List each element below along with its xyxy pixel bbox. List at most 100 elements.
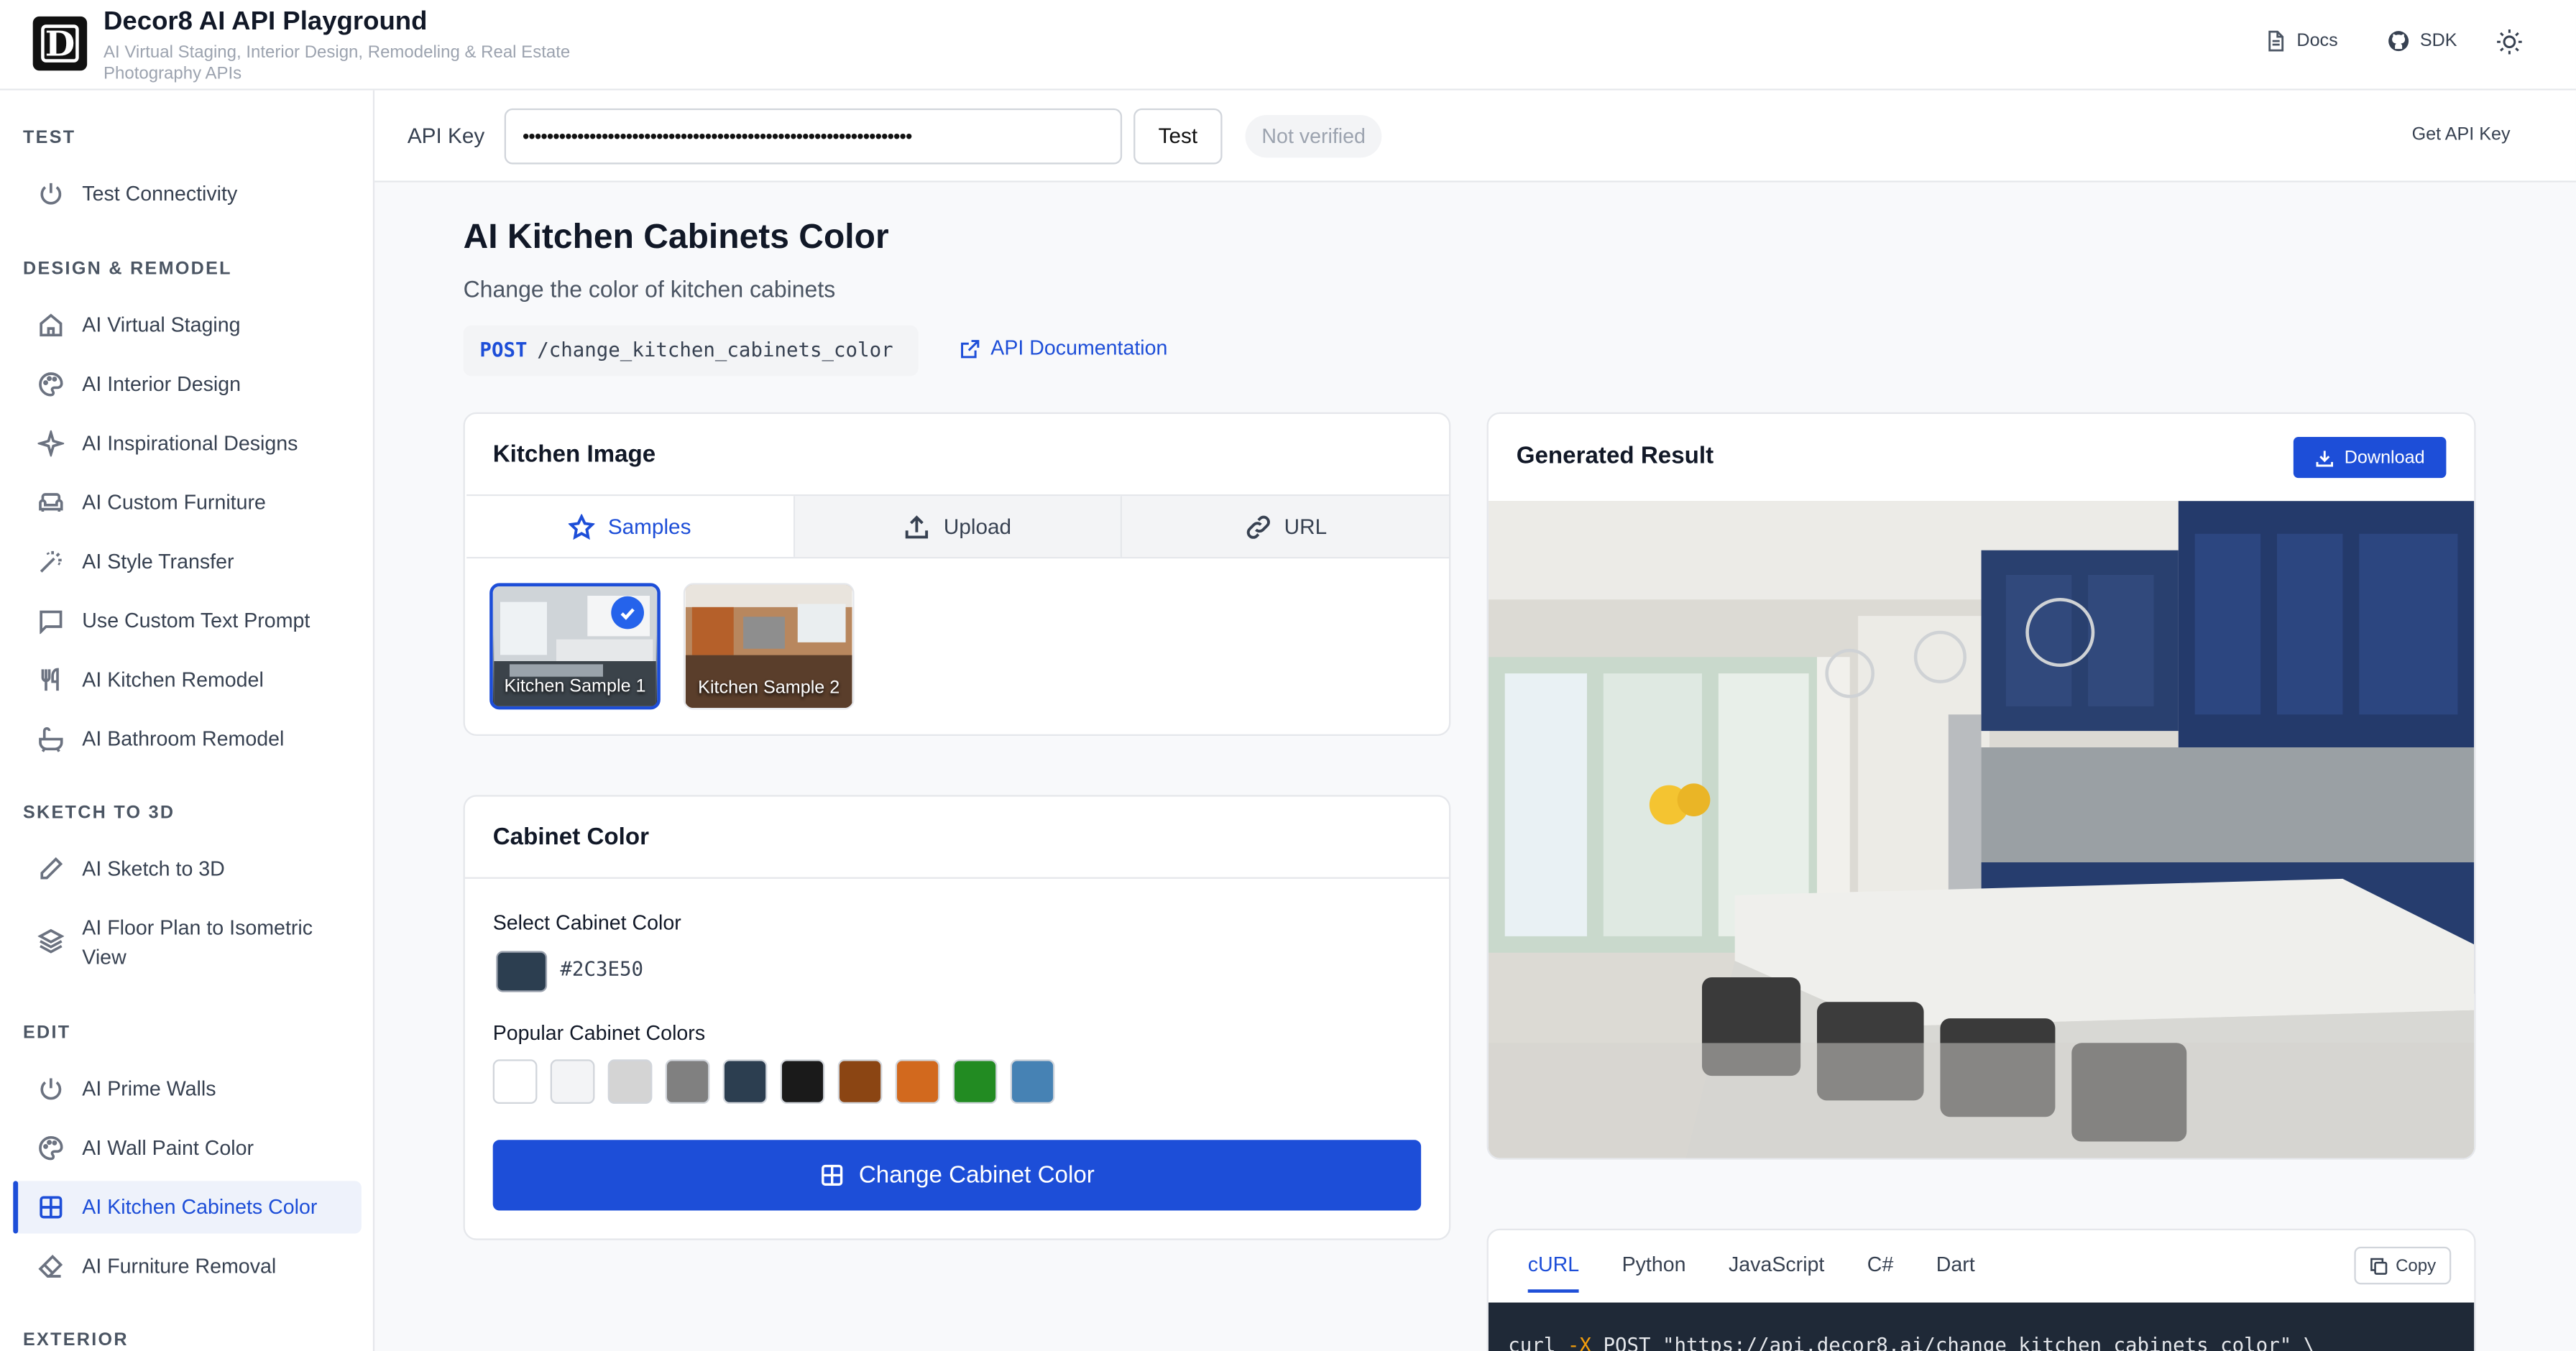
selected-color-hex[interactable]: #2C3E50	[560, 958, 643, 981]
sidebar-item-wall-paint-color[interactable]: AI Wall Paint Color	[13, 1122, 362, 1174]
code-block[interactable]: curl -X POST "https://api.decor8.ai/chan…	[1488, 1302, 2475, 1351]
sidebar-section-exterior: EXTERIOR	[22, 1330, 129, 1350]
tab-url[interactable]: URL	[1122, 496, 1450, 557]
sidebar-item-test-connectivity[interactable]: Test Connectivity	[13, 167, 362, 220]
sidebar-item-custom-furniture[interactable]: AI Custom Furniture	[13, 476, 362, 529]
page-subtitle: Change the color of kitchen cabinets	[463, 275, 836, 303]
theme-toggle[interactable]	[2496, 28, 2524, 56]
change-cabinet-color-button[interactable]: Change Cabinet Color	[492, 1140, 1422, 1211]
kitchen-sample-2-label: Kitchen Sample 2	[698, 678, 840, 698]
color-swatch-1[interactable]	[492, 1059, 538, 1104]
sidebar-item-prime-walls[interactable]: AI Prime Walls	[13, 1063, 362, 1115]
power-icon	[40, 183, 62, 205]
grid-icon	[821, 1164, 842, 1186]
grid-icon	[40, 1196, 63, 1219]
generated-result-title: Generated Result	[1516, 443, 1714, 470]
sidebar-section-design: DESIGN & REMODEL	[22, 259, 232, 280]
sidebar-section-sketch: SKETCH TO 3D	[22, 803, 175, 824]
code-tab-python[interactable]: Python	[1622, 1253, 1686, 1293]
sidebar-item-inspirational-designs[interactable]: AI Inspirational Designs	[13, 418, 362, 470]
api-key-input[interactable]: ••••••••••••••••••••••••••••••••••••••••…	[504, 108, 1123, 165]
github-icon	[2388, 31, 2409, 52]
color-swatch-4[interactable]	[665, 1059, 710, 1104]
kitchen-image-card: Kitchen Image Samples Upload URL Kitchen…	[463, 412, 1451, 736]
sidebar: TEST Test Connectivity DESIGN & REMODEL …	[0, 90, 375, 1351]
generated-kitchen-image	[1488, 501, 2475, 1158]
color-swatch-8[interactable]	[895, 1059, 940, 1104]
select-cabinet-color-label: Select Cabinet Color	[492, 911, 681, 935]
color-swatch-7[interactable]	[837, 1059, 883, 1104]
kitchen-sample-1-thumbnail[interactable]: Kitchen Sample 1	[489, 583, 661, 710]
sidebar-item-custom-text-prompt[interactable]: Use Custom Text Prompt	[13, 594, 362, 647]
tab-upload[interactable]: Upload	[794, 496, 1123, 557]
copy-icon	[2370, 1257, 2388, 1274]
star-icon	[568, 513, 595, 539]
http-method: POST	[479, 338, 528, 361]
popular-cabinet-colors-label: Popular Cabinet Colors	[492, 1021, 706, 1045]
download-icon	[2316, 450, 2334, 466]
app-logo[interactable]: D	[32, 16, 88, 71]
kitchen-sample-2-thumbnail[interactable]: Kitchen Sample 2	[683, 583, 855, 710]
sidebar-item-sketch-to-3d[interactable]: AI Sketch to 3D	[13, 843, 362, 895]
generated-result-card: Generated Result Download	[1486, 412, 2476, 1160]
utensils-icon	[41, 668, 59, 691]
sofa-icon	[39, 493, 63, 512]
app-title: Decor8 AI API Playground	[103, 8, 428, 37]
power-icon	[40, 1078, 62, 1100]
code-language-tabs: cURL Python JavaScript C# Dart	[1527, 1253, 2018, 1293]
bath-icon	[39, 727, 63, 752]
code-tab-javascript[interactable]: JavaScript	[1729, 1253, 1824, 1293]
color-swatch-5[interactable]	[722, 1059, 768, 1104]
api-documentation-link[interactable]: API Documentation	[960, 337, 1167, 360]
sidebar-item-interior-design[interactable]: AI Interior Design	[13, 358, 362, 410]
sun-icon	[2497, 29, 2522, 55]
tab-samples[interactable]: Samples	[466, 496, 795, 557]
code-command: curl	[1508, 1333, 1556, 1351]
color-swatch-9[interactable]	[952, 1059, 998, 1104]
cabinet-color-picker[interactable]	[496, 951, 548, 992]
color-swatch-6[interactable]	[780, 1059, 825, 1104]
image-source-tabs: Samples Upload URL	[466, 494, 1450, 559]
color-swatch-2[interactable]	[550, 1059, 595, 1104]
eraser-icon	[38, 1254, 63, 1278]
sidebar-section-test: TEST	[22, 128, 76, 148]
message-icon	[40, 610, 63, 635]
upload-icon	[906, 515, 929, 538]
external-link-icon	[961, 338, 980, 358]
sdk-link[interactable]: SDK	[2387, 29, 2457, 52]
pencil-icon	[40, 857, 63, 880]
copy-code-button[interactable]: Copy	[2354, 1246, 2452, 1285]
app-subtitle: AI Virtual Staging, Interior Design, Rem…	[103, 42, 571, 84]
home-icon	[40, 313, 63, 337]
document-icon	[2268, 30, 2284, 52]
top-header: D Decor8 AI API Playground AI Virtual St…	[0, 0, 2576, 91]
kitchen-sample-1-label: Kitchen Sample 1	[504, 676, 646, 697]
color-swatch-3[interactable]	[607, 1059, 653, 1104]
code-tab-csharp[interactable]: C#	[1867, 1253, 1894, 1293]
endpoint-path: /change_kitchen_cabinets_color	[537, 338, 893, 361]
sidebar-item-floor-plan-isometric[interactable]: AI Floor Plan to Isometric View	[13, 905, 362, 977]
sidebar-item-style-transfer[interactable]: AI Style Transfer	[13, 535, 362, 588]
color-swatch-10[interactable]	[1010, 1059, 1055, 1104]
test-api-key-button[interactable]: Test	[1133, 108, 1223, 165]
sidebar-item-kitchen-cabinets-color[interactable]: AI Kitchen Cabinets Color	[13, 1181, 362, 1234]
sidebar-item-kitchen-remodel[interactable]: AI Kitchen Remodel	[13, 654, 362, 706]
link-icon	[1246, 515, 1270, 538]
magic-wand-icon	[40, 550, 62, 573]
code-tab-dart[interactable]: Dart	[1936, 1253, 1975, 1293]
sidebar-item-bathroom-remodel[interactable]: AI Bathroom Remodel	[13, 713, 362, 765]
layers-icon	[37, 928, 65, 954]
api-key-label: API Key	[407, 123, 485, 148]
code-tab-curl[interactable]: cURL	[1527, 1253, 1580, 1293]
endpoint-badge: POST/change_kitchen_cabinets_color	[463, 325, 919, 377]
docs-link[interactable]: Docs	[2264, 29, 2338, 52]
palette-icon	[39, 372, 63, 397]
sidebar-item-virtual-staging[interactable]: AI Virtual Staging	[13, 299, 362, 351]
code-snippet-card: cURL Python JavaScript C# Dart Copy curl…	[1486, 1228, 2476, 1351]
sidebar-section-edit: EDIT	[22, 1023, 71, 1043]
sidebar-item-furniture-removal[interactable]: AI Furniture Removal	[13, 1240, 362, 1293]
get-api-key-link[interactable]: Get API Key	[2412, 125, 2511, 144]
page-title: AI Kitchen Cabinets Color	[463, 218, 889, 257]
sparkle-icon	[37, 430, 65, 457]
download-button[interactable]: Download	[2293, 436, 2447, 479]
